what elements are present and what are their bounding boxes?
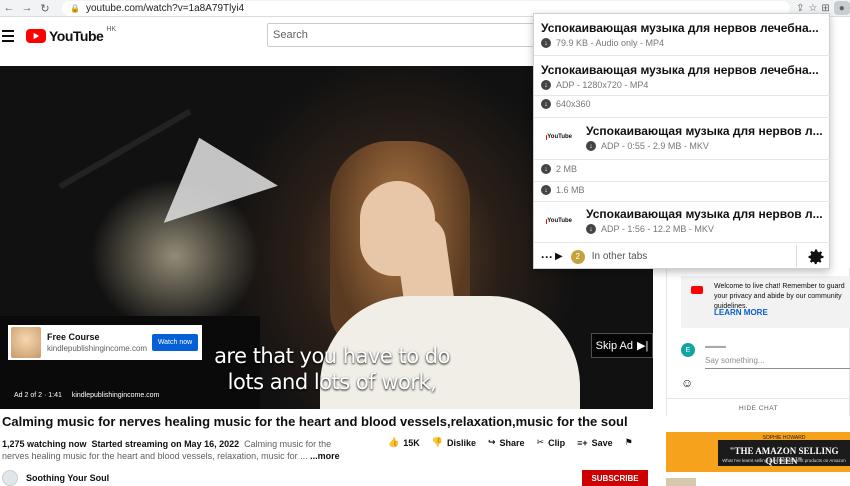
download-item-details: ADP - 1280x720 - MP4 bbox=[556, 80, 649, 90]
related-video-thumbnail[interactable] bbox=[666, 478, 696, 486]
dislike-button[interactable]: 👎 Dislike bbox=[432, 437, 476, 448]
share-button[interactable]: ↪ Share bbox=[488, 437, 525, 448]
ad-headline: "THE AMAZON SELLING QUEEN" bbox=[729, 446, 839, 466]
download-icon: ↓ bbox=[541, 99, 551, 109]
sidebar-ad-banner[interactable]: SOPHIE HOWARD "THE AMAZON SELLING QUEEN"… bbox=[666, 432, 850, 472]
ad-subtext: What I've learnt selling over 500 differ… bbox=[722, 458, 846, 463]
save-button[interactable]: ≡+ Save bbox=[577, 438, 613, 448]
skip-ad-label: Skip Ad bbox=[595, 339, 633, 352]
emoji-icon[interactable]: ☺ bbox=[681, 376, 693, 390]
thumbs-down-icon: 👎 bbox=[431, 437, 443, 447]
download-icon: ↓ bbox=[541, 185, 551, 195]
download-item[interactable]: YouTube Успокаивающая музыка для нервов … bbox=[534, 202, 831, 243]
clip-button[interactable]: ✂ Clip bbox=[537, 437, 566, 448]
download-icon: ↓ bbox=[541, 164, 551, 174]
watching-count: 1,275 watching now bbox=[2, 439, 87, 449]
download-item-details: ADP - 1:56 - 12.2 MB - MKV bbox=[601, 224, 714, 234]
downloader-extension-icon[interactable]: ● bbox=[833, 1, 850, 15]
ad-counter: Ad 2 of 2 · 1:41 bbox=[14, 392, 62, 399]
url-text: youtube.com/watch?v=1a8A79Tlyi4 bbox=[85, 2, 245, 14]
download-item-details: ADP - 0:55 - 2.9 MB - MKV bbox=[601, 141, 709, 151]
download-item-title: Успокаивающая музыка для нервов лечебна.… bbox=[541, 63, 819, 77]
ad-thumbnail bbox=[11, 327, 41, 358]
download-item[interactable]: Успокаивающая музыка для нервов лечебна.… bbox=[534, 14, 831, 56]
extension-footer: ··· ▶ 2 In other tabs bbox=[534, 243, 831, 270]
video-description[interactable]: 1,275 watching now Started streaming on … bbox=[2, 438, 382, 462]
puzzle-extensions-icon[interactable]: ⊞ bbox=[821, 3, 829, 14]
playlist-add-icon: ≡+ bbox=[577, 437, 588, 448]
learn-more-link[interactable]: LEARN MORE bbox=[714, 308, 768, 317]
download-item-details: 1.6 MB bbox=[556, 185, 585, 195]
hide-chat-button[interactable]: HIDE CHAT bbox=[667, 398, 850, 418]
video-title: Calming music for nerves healing music f… bbox=[2, 414, 628, 429]
play-icon[interactable]: ▶ bbox=[555, 251, 563, 262]
flag-icon: ⚑ bbox=[624, 437, 633, 447]
lock-icon: 🔒 bbox=[70, 3, 80, 13]
thumbs-up-icon: 👍 bbox=[388, 437, 400, 447]
other-tabs-count: 2 bbox=[570, 249, 585, 264]
download-item[interactable]: ↓ 2 MB bbox=[534, 160, 831, 182]
video-actions: 👍 15K 👎 Dislike ↪ Share ✂ Clip ≡+ Save ⚑ bbox=[388, 437, 633, 448]
download-icon: ↓ bbox=[586, 141, 596, 151]
download-item[interactable]: YouTube Успокаивающая музыка для нервов … bbox=[534, 118, 831, 160]
chat-welcome-message: Welcome to live chat! Remember to guard … bbox=[681, 276, 850, 328]
download-item-title: Успокаивающая музыка для нервов л... bbox=[586, 124, 823, 138]
channel-row[interactable]: Soothing Your Soul bbox=[2, 470, 109, 486]
subscribe-button[interactable]: SUBSCRIBE bbox=[582, 470, 648, 486]
download-item[interactable]: ↓ 640x360 bbox=[534, 96, 831, 118]
youtube-mini-icon bbox=[691, 286, 703, 294]
stream-date: Started streaming on May 16, 2022 bbox=[91, 439, 240, 449]
like-button[interactable]: 👍 15K bbox=[388, 437, 420, 448]
download-item-title: Успокаивающая музыка для нервов л... bbox=[586, 207, 823, 221]
download-item-title: Успокаивающая музыка для нервов лечебна.… bbox=[541, 21, 819, 35]
download-icon: ↓ bbox=[586, 224, 596, 234]
download-icon: ↓ bbox=[541, 38, 551, 48]
download-item-details: 640x360 bbox=[556, 99, 591, 109]
share-page-icon[interactable]: ⇪ bbox=[796, 3, 804, 14]
forward-icon[interactable]: → bbox=[18, 0, 36, 17]
channel-name[interactable]: Soothing Your Soul bbox=[26, 473, 109, 483]
youtube-thumb-logo: YouTube bbox=[546, 218, 572, 224]
channel-avatar[interactable] bbox=[2, 470, 18, 486]
download-item-details: 79.9 KB - Audio only - MP4 bbox=[556, 38, 665, 48]
back-icon[interactable]: ← bbox=[0, 0, 18, 17]
downloader-extension-popup: Успокаивающая музыка для нервов лечебна.… bbox=[533, 13, 831, 270]
report-button[interactable]: ⚑ bbox=[625, 437, 633, 448]
ad-info: Ad 2 of 2 · 1:41 kindlepublishingincome.… bbox=[14, 392, 159, 399]
caption-line: lots and lots of work, bbox=[227, 370, 437, 394]
gear-icon[interactable] bbox=[806, 247, 826, 267]
share-arrow-icon: ↪ bbox=[487, 437, 496, 447]
bookmark-star-icon[interactable]: ☆ bbox=[808, 3, 817, 14]
download-icon: ↓ bbox=[541, 80, 551, 90]
download-item[interactable]: ↓ 1.6 MB bbox=[534, 182, 831, 202]
more-options-icon[interactable]: ··· bbox=[541, 250, 553, 264]
chat-user-avatar: E bbox=[681, 343, 695, 357]
download-item-details: 2 MB bbox=[556, 164, 578, 174]
skip-ad-button[interactable]: Skip Ad ▶| bbox=[591, 333, 653, 358]
skip-next-icon: ▶| bbox=[636, 340, 649, 352]
search-input[interactable]: Search bbox=[267, 23, 535, 47]
description-line2: nerves healing music for the heart and b… bbox=[2, 451, 308, 461]
logo-text: YouTube bbox=[49, 28, 104, 44]
youtube-logo[interactable]: YouTube HK bbox=[26, 26, 117, 44]
ad-overlay-card[interactable]: Free Course kindlepublishingincome.com W… bbox=[8, 325, 202, 360]
other-tabs-label[interactable]: In other tabs bbox=[592, 251, 648, 262]
download-item[interactable]: Успокаивающая музыка для нервов лечебна.… bbox=[534, 56, 831, 96]
country-code: HK bbox=[106, 26, 117, 33]
scissors-icon: ✂ bbox=[536, 437, 545, 447]
caption-line: are that you have to do bbox=[214, 344, 450, 368]
chat-user-name: ▬▬▬ bbox=[705, 343, 726, 350]
more-link[interactable]: ...more bbox=[310, 451, 340, 461]
youtube-thumb-logo: YouTube bbox=[546, 134, 572, 140]
ad-title: Free Course bbox=[47, 332, 100, 342]
description-line1: Calming music for the bbox=[244, 439, 332, 449]
ad-url: kindlepublishingincome.com bbox=[47, 344, 148, 353]
menu-icon[interactable] bbox=[2, 30, 14, 42]
chat-message-input[interactable]: Say something... bbox=[705, 356, 850, 369]
reload-icon[interactable]: ↻ bbox=[36, 0, 54, 17]
youtube-play-icon bbox=[26, 29, 46, 43]
watch-now-button[interactable]: Watch now bbox=[152, 334, 198, 351]
ad-site-link[interactable]: kindlepublishingincome.com bbox=[72, 392, 160, 399]
